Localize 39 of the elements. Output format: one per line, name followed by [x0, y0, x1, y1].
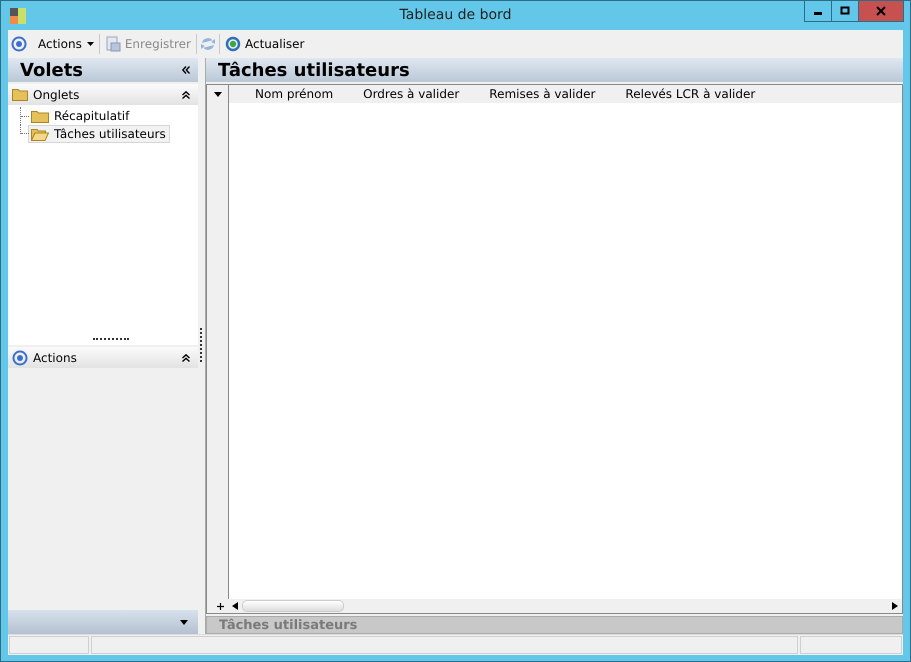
folder-icon: [12, 88, 28, 101]
collapse-icon[interactable]: [182, 66, 190, 74]
app-icon: [10, 8, 26, 24]
panel-title: Volets: [20, 60, 84, 80]
close-icon: [876, 6, 886, 16]
tree-item[interactable]: Tâches utilisateurs: [28, 125, 170, 143]
section-header[interactable]: Onglets: [8, 84, 198, 105]
target-icon[interactable]: [11, 36, 27, 52]
panel-title: Tâches utilisateurs: [219, 618, 358, 632]
close-button[interactable]: [858, 1, 904, 22]
document-icon: [104, 36, 121, 52]
panel-title: Tâches utilisateurs: [218, 60, 410, 80]
collapse-icon[interactable]: [182, 90, 190, 98]
collapse-icon[interactable]: [182, 354, 190, 362]
column-header[interactable]: Relevés LCR à valider: [625, 87, 756, 101]
dropdown-icon[interactable]: [214, 92, 222, 96]
scroll-right-icon[interactable]: [892, 602, 898, 610]
column-header[interactable]: Remises à valider: [489, 87, 596, 101]
column-header[interactable]: Ordres à valider: [363, 87, 460, 101]
add-icon[interactable]: [217, 602, 224, 610]
maximize-icon: [840, 6, 850, 16]
folder-icon: [31, 110, 49, 122]
minimize-button[interactable]: [804, 1, 832, 22]
tree-item[interactable]: Récapitulatif: [28, 107, 134, 125]
section-header[interactable]: Actions: [8, 347, 198, 368]
resize-grip[interactable]: [93, 338, 129, 342]
folder-icon: [31, 128, 49, 140]
section-title: Actions: [33, 350, 78, 364]
scroll-left-icon[interactable]: [232, 602, 238, 610]
section-title: Onglets: [33, 88, 80, 102]
refresh-icon: [224, 36, 241, 52]
window-title: Tableau de bord: [400, 7, 512, 23]
dropdown-icon[interactable]: [180, 620, 188, 624]
toolbar-button[interactable]: Actualiser: [220, 34, 310, 54]
splitter-handle[interactable]: [198, 58, 206, 634]
actions-menu[interactable]: Actions: [33, 35, 99, 53]
caret-icon: [86, 42, 94, 46]
target-icon: [12, 350, 28, 366]
column-header[interactable]: Nom prénom: [255, 87, 334, 101]
